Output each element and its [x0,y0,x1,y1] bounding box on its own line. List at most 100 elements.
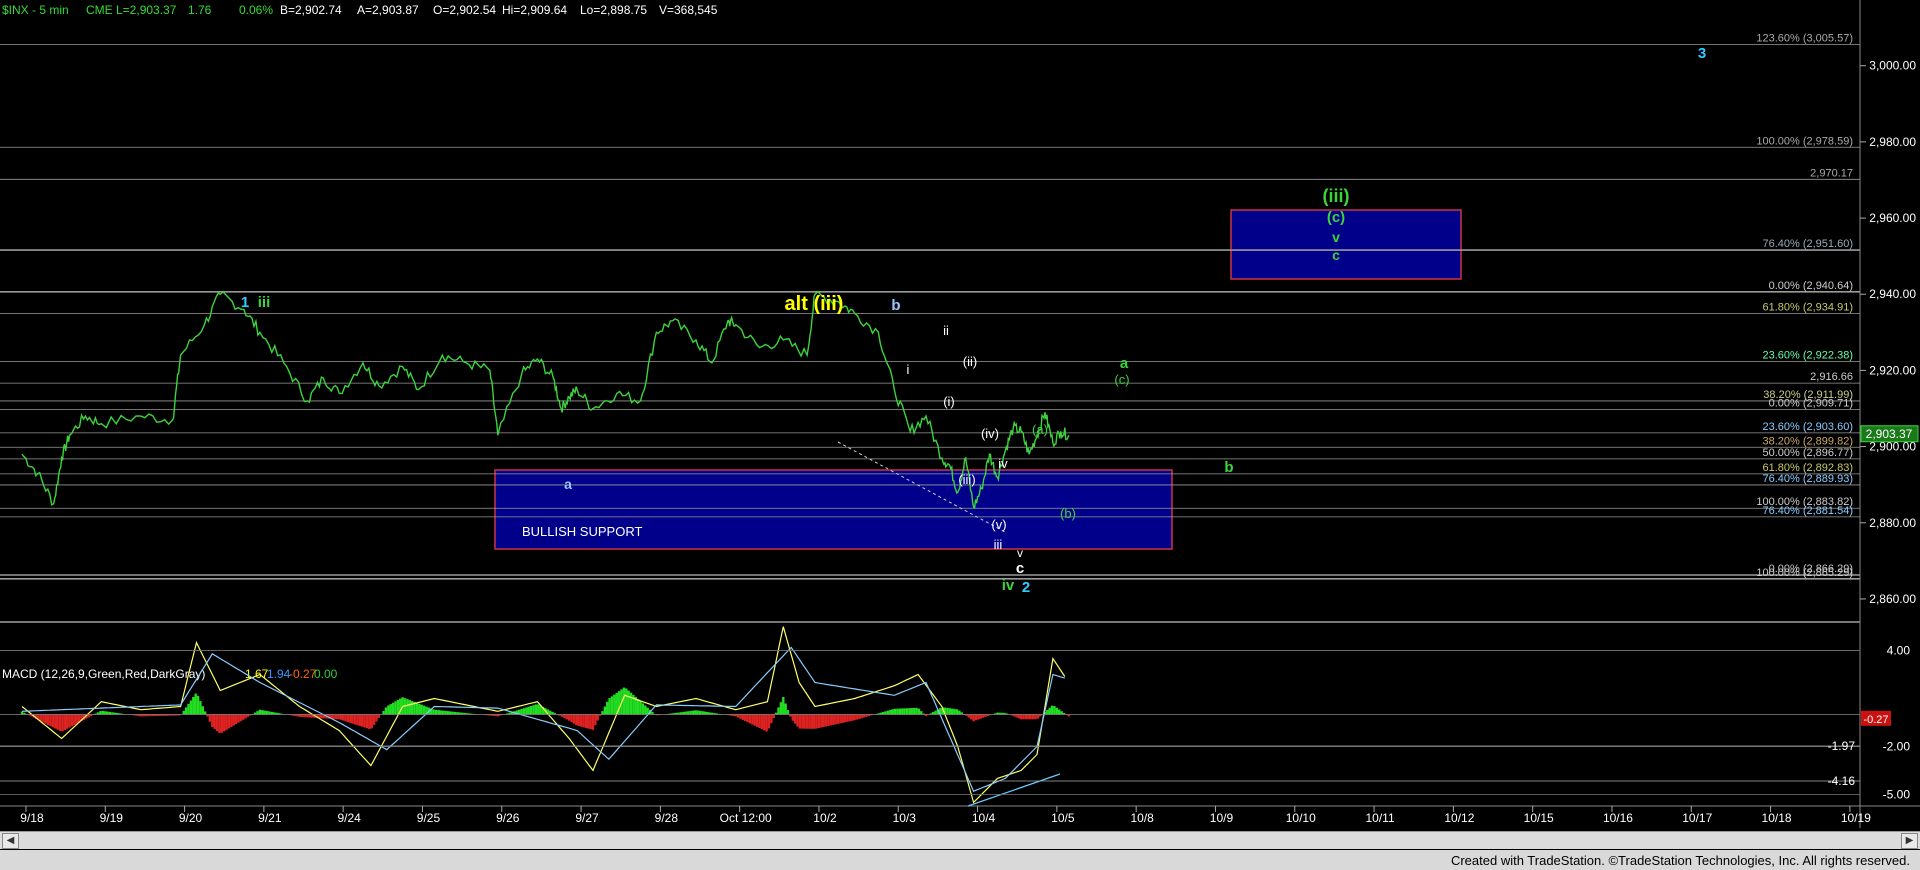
change-label: 1.76 [188,3,212,17]
wave-label: c [1332,247,1340,263]
x-tick-label: Oct 12:00 [720,811,772,825]
fib-label: 50.00% (2,896.77) [1762,447,1853,459]
x-tick-label: 9/27 [575,811,599,825]
y-tick-label: 3,000.00 [1869,59,1916,73]
wave-label: 3 [1698,45,1706,62]
x-tick-label: 10/11 [1365,811,1394,825]
low-label: Lo=2,898.75 [580,3,647,17]
x-tick-label: 10/12 [1444,811,1474,825]
fib-label: 2,970.17 [1810,167,1853,179]
y-tick-label: 2,960.00 [1869,211,1916,225]
price-tag-text: 2,903.37 [1866,427,1913,441]
wave-label: b [891,297,900,314]
macd-value-3: -0.27 [289,667,317,681]
wave-label: (ii) [963,354,977,369]
x-tick-label: 9/18 [20,811,44,825]
macd-tick-label: -2.00 [1883,739,1911,753]
y-tick-label: 2,940.00 [1869,287,1916,301]
wave-label: iv [1002,577,1015,594]
x-tick-label: 9/26 [496,811,520,825]
x-tick-label: 9/20 [179,811,203,825]
macd-level-label: -4.16 [1828,774,1856,788]
x-tick-label: 10/10 [1286,811,1316,825]
x-tick-label: 10/19 [1841,811,1871,825]
wave-label: (c) [1114,372,1129,387]
scroll-left-arrow-icon[interactable]: ◀ [2,833,19,849]
fib-label: 2,916.66 [1810,371,1853,383]
wave-label: v [1332,229,1340,245]
wave-label: (v) [991,517,1006,532]
high-label: Hi=2,909.64 [502,3,567,17]
fib-label: 100.00% (2,865.29) [1756,567,1853,579]
fib-label: 61.80% (2,934.91) [1762,302,1853,314]
symbol-label: $INX - 5 min [2,3,69,17]
fib-label: 100.00% (2,978.59) [1756,135,1853,147]
scroll-right-arrow-icon[interactable]: ▶ [1901,833,1918,849]
fib-label: 38.20% (2,899.82) [1762,435,1853,447]
macd-level-label: -1.97 [1828,739,1856,753]
x-tick-label: 10/8 [1130,811,1154,825]
bullish-support-label: BULLISH SUPPORT [522,524,642,539]
target-box [1230,209,1462,280]
wave-label: alt (iii) [785,293,844,315]
fib-label: 76.40% (2,951.60) [1762,238,1853,250]
chart-window: $INX - 5 min CME L=2,903.37 1.76 0.06% B… [0,0,1920,870]
wave-label: c [1016,560,1024,577]
macd-value-4: 0.00 [314,667,338,681]
wave-label: i [907,362,910,377]
x-tick-label: 9/19 [100,811,124,825]
chart-header: $INX - 5 min CME L=2,903.37 1.76 0.06% B… [2,3,718,17]
wave-label: (a) [1032,422,1048,437]
fib-label: 0.00% (2,940.64) [1769,280,1853,292]
copyright-text: Created with TradeStation. ©TradeStation… [1450,853,1910,868]
macd-tick-label: -5.00 [1883,787,1911,801]
x-tick-label: 10/3 [893,811,917,825]
wave-label: (i) [943,394,955,409]
x-tick-label: 9/24 [337,811,361,825]
x-tick-label: 9/21 [258,811,282,825]
fib-label: 23.60% (2,903.60) [1762,421,1853,433]
fib-label: 123.60% (3,005.57) [1756,32,1853,44]
macd-value-2: 1.94 [267,667,291,681]
macd-tick-label: 4.00 [1887,644,1911,658]
wave-label: a [1120,355,1129,372]
horizontal-scrollbar[interactable]: ◀ ▶ [0,831,1920,849]
wave-label: 1 [241,294,249,311]
x-tick-label: 10/5 [1051,811,1075,825]
fib-label: 23.60% (2,922.38) [1762,349,1853,361]
wave-label: 2 [1022,579,1030,596]
fib-label: 0.00% (2,909.71) [1769,398,1853,410]
fib-label: 76.40% (2,881.54) [1762,505,1853,517]
ask-label: A=2,903.87 [357,3,419,17]
y-tick-label: 2,880.00 [1869,516,1916,530]
macd-label: MACD (12,26,9,Green,Red,DarkGray) [2,667,205,681]
x-tick-label: 9/28 [655,811,679,825]
wave-label: iv [998,456,1008,471]
y-tick-label: 2,920.00 [1869,363,1916,377]
wave-label: (b) [1060,506,1076,521]
wave-label: b [1224,459,1233,476]
x-tick-label: 10/4 [972,811,996,825]
wave-label: iii [994,537,1003,552]
volume-label: V=368,545 [659,3,718,17]
x-tick-label: 10/15 [1524,811,1554,825]
current-price-tag: 2,903.37 [1860,425,1919,443]
wave-label: (iv) [981,426,999,441]
open-label: O=2,902.54 [433,3,496,17]
wave-label: v [1017,546,1023,560]
wave-label: (iii) [958,472,975,487]
price-chart[interactable]: $INX - 5 min CME L=2,903.37 1.76 0.06% B… [0,0,1920,850]
pct-change-label: 0.06% [239,3,273,17]
bid-label: B=2,902.74 [280,3,342,17]
x-tick-label: 10/16 [1603,811,1633,825]
x-tick-label: 10/17 [1682,811,1712,825]
x-tick-label: 9/25 [417,811,441,825]
y-tick-label: 2,980.00 [1869,135,1916,149]
wave-label: ii [943,323,949,338]
macd-value-tag-text: -0.27 [1863,714,1888,726]
wave-label: (iii) [1323,186,1350,206]
status-bar: Created with TradeStation. ©TradeStation… [0,850,1920,870]
wave-label: (c) [1327,209,1345,226]
wave-label: iii [258,294,271,311]
wave-label: a [564,476,572,492]
